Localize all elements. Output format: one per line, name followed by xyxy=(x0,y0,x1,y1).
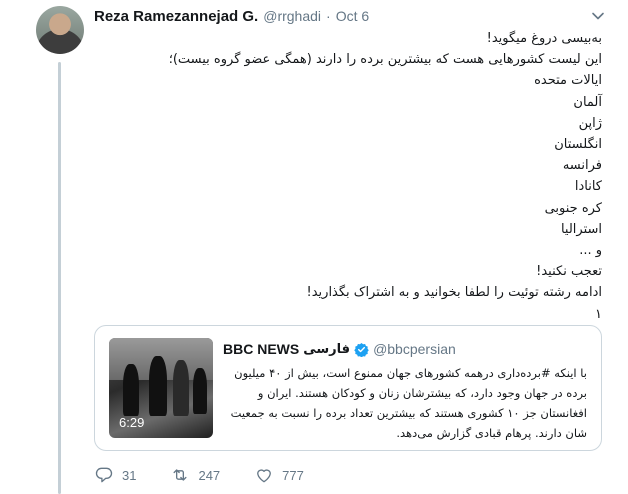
thumbnail-figure xyxy=(149,356,167,416)
quoted-tweet-card[interactable]: 6:29 BBC NEWS فارسی @bbcpersian با اینکه… xyxy=(94,325,602,451)
tweet-line: کانادا xyxy=(574,179,602,195)
quoted-line: برده در جهان وجود دارد، که بیشترشان زنان… xyxy=(257,386,587,400)
like-count: 777 xyxy=(282,467,304,483)
like-button[interactable]: 777 xyxy=(254,465,304,485)
tweet-line: بەبیسی دروغ میگوید! xyxy=(486,31,602,46)
retweet-button[interactable]: 247 xyxy=(170,465,220,485)
reply-icon xyxy=(95,467,113,483)
reply-button[interactable]: 31 xyxy=(94,465,136,485)
thumbnail-figure xyxy=(123,364,139,416)
retweet-icon xyxy=(173,469,187,481)
tweet-line: ایالات متحده xyxy=(534,73,602,89)
tweet-line: ژاپن xyxy=(578,115,602,131)
tweet-actions: 31 247 777 xyxy=(94,464,338,486)
video-thumbnail[interactable]: 6:29 xyxy=(109,338,213,438)
quoted-line: افغانستان جز ۱۰ کشوری هستند که بیشترین ت… xyxy=(230,406,587,420)
thumbnail-figure xyxy=(193,368,207,414)
author-handle[interactable]: @rrghadi xyxy=(263,8,321,24)
quoted-tweet-text: با اینکه #برده‌داری درهمه کشورهای جهان م… xyxy=(223,363,587,443)
tweet-line: تعجب نکنید! xyxy=(536,264,602,280)
tweet-line: ۱ xyxy=(595,306,602,322)
thumbnail-figure xyxy=(173,360,189,416)
quoted-author-handle[interactable]: @bbcpersian xyxy=(373,341,456,357)
verified-icon xyxy=(354,342,369,357)
tweet-line: فرانسه xyxy=(562,158,602,174)
like-icon xyxy=(257,469,272,483)
reply-count: 31 xyxy=(122,467,137,483)
chevron-down-icon[interactable] xyxy=(588,6,608,26)
quoted-line: شان دارند. پرهام قبادی گزارش می‌دهد. xyxy=(396,426,587,440)
avatar[interactable] xyxy=(36,6,84,54)
video-duration: 6:29 xyxy=(119,415,145,430)
quoted-tweet-header: BBC NEWS فارسی @bbcpersian xyxy=(223,340,589,358)
tweet-header: Reza Ramezannejad G. @rrghadi · Oct 6 xyxy=(94,6,608,26)
tweet-date[interactable]: Oct 6 xyxy=(336,8,369,24)
quoted-author-name[interactable]: BBC NEWS xyxy=(223,341,299,357)
retweet-count: 247 xyxy=(198,467,221,483)
tweet-line: استرالیا xyxy=(560,221,602,237)
tweet-text: بەبیسی دروغ میگوید! این لیست کشورهایی هس… xyxy=(94,28,602,325)
tweet-line: انگلستان xyxy=(554,137,602,153)
quoted-line: با اینکه #برده‌داری درهمه کشورهای جهان م… xyxy=(234,366,587,380)
tweet-line: کره جنوبی xyxy=(544,200,602,216)
tweet-line: این لیست کشورهایی هست که بیشترین برده را… xyxy=(168,52,602,68)
header-separator: · xyxy=(326,8,331,24)
tweet-line: ادامه رشته توئیت را لطفا بخوانید و به اش… xyxy=(306,285,602,301)
quoted-author-name-fa[interactable]: فارسی xyxy=(303,342,350,357)
author-name[interactable]: Reza Ramezannejad G. xyxy=(94,8,258,25)
tweet-line: آلمان xyxy=(573,94,602,110)
tweet-line: و ... xyxy=(579,243,602,259)
thread-connector-line xyxy=(58,62,61,494)
